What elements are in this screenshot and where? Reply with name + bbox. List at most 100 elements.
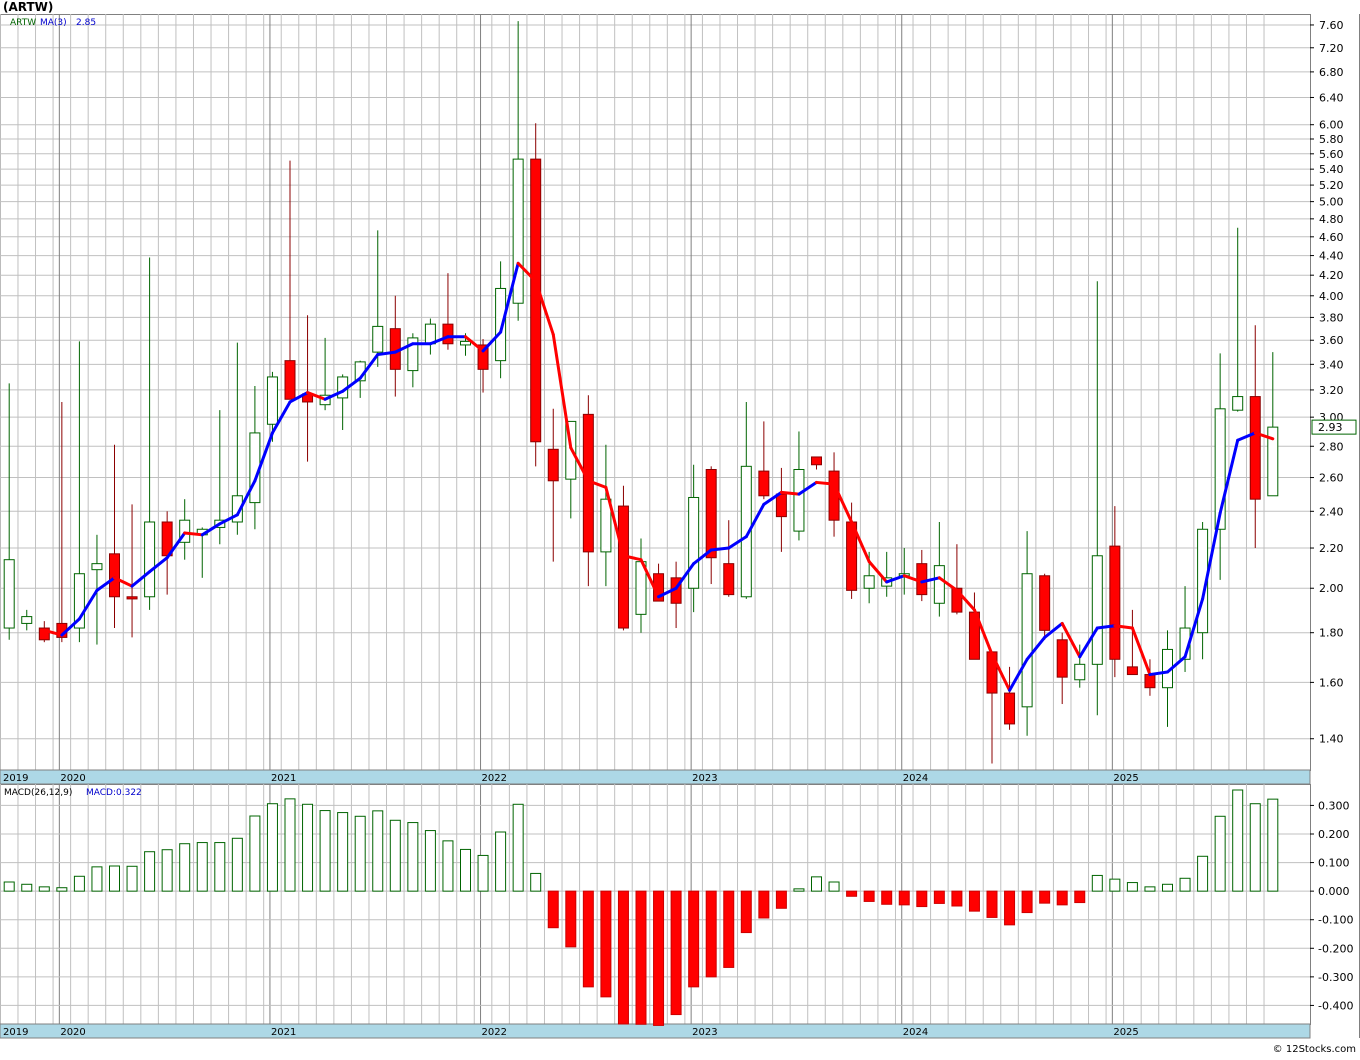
macd-tick-label: -0.100 xyxy=(1318,914,1353,927)
price-tick-label: 6.00 xyxy=(1319,119,1344,132)
macd-bar xyxy=(495,831,507,892)
candle-body xyxy=(986,651,998,694)
price-tick-label: 5.20 xyxy=(1319,179,1344,192)
price-tick-label: 3.60 xyxy=(1319,334,1344,347)
candle-body xyxy=(723,563,735,596)
macd-bar xyxy=(302,803,314,892)
legend-symbol: ARTW xyxy=(10,18,36,28)
macd-bar xyxy=(1232,789,1244,892)
macd-bar xyxy=(1267,798,1279,892)
chart-title: (ARTW) xyxy=(3,0,53,14)
macd-bar xyxy=(109,865,120,892)
macd-bar xyxy=(617,890,629,1025)
candle-body xyxy=(21,616,33,624)
macd-bar xyxy=(986,890,998,918)
macd-bar xyxy=(179,843,191,892)
candle-body xyxy=(705,469,717,559)
macd-bar xyxy=(565,890,577,948)
macd-bar xyxy=(688,890,700,988)
macd-bar xyxy=(846,890,858,897)
candle-body xyxy=(758,470,770,497)
price-tick-label: 2.80 xyxy=(1319,440,1344,453)
x-year-label: 2023 xyxy=(692,773,717,784)
macd-bar xyxy=(56,887,68,892)
candle-body xyxy=(1039,575,1051,631)
macd-bar xyxy=(38,886,50,892)
price-tick-label: 3.40 xyxy=(1319,358,1344,371)
candle-body xyxy=(1074,663,1086,681)
macd-bar xyxy=(372,810,384,892)
x-year-label: 2020 xyxy=(60,773,85,784)
macd-bar xyxy=(1162,883,1173,892)
price-tick-label: 6.80 xyxy=(1319,66,1344,79)
macd-bar xyxy=(284,798,296,892)
macd-bar xyxy=(266,803,278,892)
price-tick-label: 5.40 xyxy=(1319,163,1344,176)
x-year-label: 2025 xyxy=(1113,1027,1138,1038)
chart-svg: (ARTW) 1.40 1.60 1.80 2.00 2.20 2.40 2.60 2.80 3… xyxy=(0,0,1360,1056)
candle-body xyxy=(811,456,822,466)
price-tick-label: 4.40 xyxy=(1319,250,1344,263)
macd-bar xyxy=(1021,890,1033,914)
x-year-label: 2024 xyxy=(903,1027,928,1038)
candle-body xyxy=(1144,674,1156,689)
macd-bar xyxy=(775,890,787,909)
price-tick-label: 2.60 xyxy=(1319,472,1344,485)
macd-bar xyxy=(881,890,893,905)
x-year-label: 2022 xyxy=(482,773,507,784)
macd-tick-label: 0.000 xyxy=(1318,885,1350,898)
candle-body xyxy=(126,596,138,600)
macd-bar xyxy=(512,803,524,892)
ma3-line xyxy=(779,490,801,496)
candle-body xyxy=(1056,639,1068,678)
candle-body xyxy=(266,376,278,425)
macd-bar xyxy=(21,883,33,892)
price-tick-label: 2.20 xyxy=(1319,542,1344,555)
price-tick-label: 4.00 xyxy=(1319,290,1344,303)
price-tick-label: 3.80 xyxy=(1319,311,1344,324)
price-tick-label: 7.20 xyxy=(1319,42,1344,55)
candle-body xyxy=(688,496,700,589)
macd-legend-label: MACD(26,12,9) xyxy=(4,788,72,798)
candle-body xyxy=(109,553,120,598)
macd-bar xyxy=(354,815,366,892)
macd-bar xyxy=(916,890,928,908)
candle-body xyxy=(1126,666,1138,676)
macd-bar xyxy=(582,890,594,988)
candle-body xyxy=(372,325,384,353)
macd-legend-value: MACD:0.322 xyxy=(86,788,142,798)
macd-bar xyxy=(196,842,208,892)
macd-bar xyxy=(1109,878,1121,892)
candle-body xyxy=(284,360,296,400)
macd-bar xyxy=(161,849,173,892)
macd-bar xyxy=(442,840,454,892)
macd-bar xyxy=(828,881,840,892)
x-year-label: 2019 xyxy=(3,1027,28,1038)
candle-body xyxy=(530,158,542,443)
price-tick-label: 2.00 xyxy=(1319,582,1344,595)
legend-ma-label: MA(3) xyxy=(40,18,67,28)
macd-bar xyxy=(793,888,805,892)
stock-chart: (ARTW) 1.40 1.60 1.80 2.00 2.20 2.40 2.60 2.80 3… xyxy=(0,0,1360,1056)
x-year-label: 2022 xyxy=(482,1027,507,1038)
macd-bar xyxy=(670,890,682,1016)
macd-bar xyxy=(968,890,980,912)
price-tick-label: 5.60 xyxy=(1319,148,1344,161)
price-tick-label: 2.40 xyxy=(1319,505,1344,518)
macd-tick-label: -0.400 xyxy=(1318,999,1353,1012)
candle-body xyxy=(933,565,945,604)
candle-body xyxy=(91,563,103,571)
macd-bar xyxy=(231,837,243,892)
x-year-label: 2021 xyxy=(271,1027,296,1038)
candle-body xyxy=(1232,396,1244,411)
macd-bar xyxy=(424,830,436,892)
macd-tick-label: -0.200 xyxy=(1318,942,1353,955)
macd-bar xyxy=(740,890,752,934)
macd-bar xyxy=(1197,855,1209,892)
macd-bar xyxy=(1004,890,1016,926)
macd-bar xyxy=(705,890,717,978)
candle-body xyxy=(1249,396,1261,500)
macd-bar xyxy=(653,890,665,1026)
macd-bar xyxy=(1126,882,1138,892)
x-year-label: 2023 xyxy=(692,1027,717,1038)
